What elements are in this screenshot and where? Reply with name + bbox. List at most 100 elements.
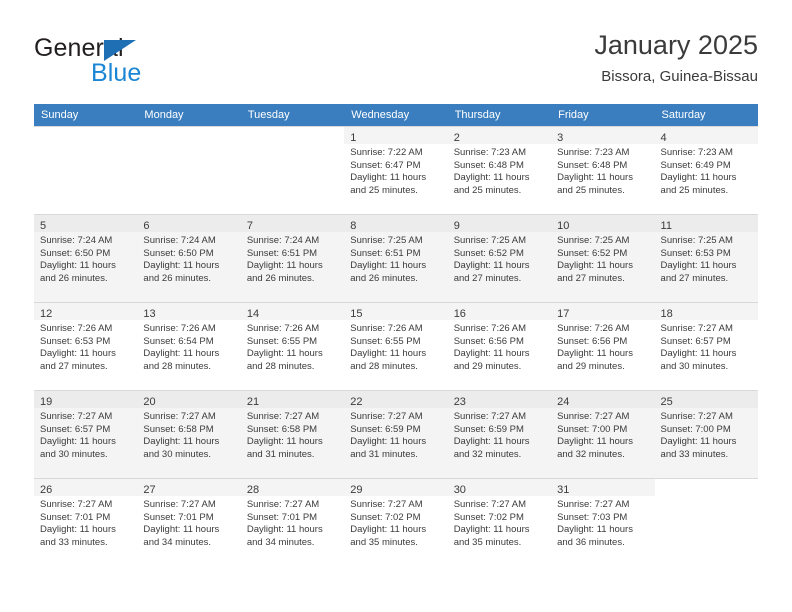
- daylight-text: and 28 minutes.: [246, 360, 315, 372]
- calendar-day-cell[interactable]: 11 Sunrise: 7:25 AM Sunset: 6:53 PM Dayligh…: [654, 214, 758, 303]
- day-cell-inner: 11 Sunrise: 7:25 AM Sunset: 6:53 PM Dayligh…: [654, 215, 758, 302]
- daylight-text: Daylight: 11 hours: [453, 172, 530, 184]
- calendar-day-cell[interactable]: 24 Sunrise: 7:27 AM Sunset: 7:00 PM Dayligh…: [551, 390, 655, 479]
- calendar-day-cell[interactable]: 21 Sunrise: 7:27 AM Sunset: 6:58 PM Dayligh…: [240, 390, 345, 479]
- calendar-day-cell[interactable]: 8 Sunrise: 7:25 AM Sunset: 6:51 PM Daylight…: [344, 214, 448, 303]
- daylight-text: Daylight: 11 hours: [40, 436, 116, 448]
- day-detail-lines: Sunrise: 7:25 AM Sunset: 6:53 PM Daylight:…: [655, 232, 758, 285]
- calendar-day-cell[interactable]: 16 Sunrise: 7:26 AM Sunset: 6:56 PM Dayligh…: [447, 302, 552, 391]
- page-header: General Blue January 2025 Bissora, Guine…: [34, 28, 758, 98]
- calendar-day-cell[interactable]: 13 Sunrise: 7:26 AM Sunset: 6:54 PM Dayligh…: [137, 302, 241, 391]
- day-number: 8: [350, 220, 357, 232]
- day-cell-inner: 31 Sunrise: 7:27 AM Sunset: 7:03 PM Dayligh…: [551, 479, 655, 567]
- day-number: 30: [453, 484, 466, 496]
- daylight-text: Daylight: 11 hours: [453, 348, 530, 360]
- calendar-day-cell[interactable]: 23 Sunrise: 7:27 AM Sunset: 6:59 PM Dayligh…: [447, 390, 552, 479]
- daylight-text: and 29 minutes.: [557, 360, 625, 372]
- day-number-bar: 6: [137, 215, 241, 232]
- daylight-text: and 26 minutes.: [40, 272, 108, 284]
- day-cell-inner: 5 Sunrise: 7:24 AM Sunset: 6:50 PM Daylight…: [34, 215, 138, 302]
- calendar-day-cell[interactable]: 10 Sunrise: 7:25 AM Sunset: 6:52 PM Dayligh…: [551, 214, 655, 303]
- calendar-day-cell[interactable]: 20 Sunrise: 7:27 AM Sunset: 6:58 PM Dayligh…: [137, 390, 241, 479]
- calendar-day-cell[interactable]: 18 Sunrise: 7:27 AM Sunset: 6:57 PM Dayligh…: [654, 302, 758, 391]
- sunset-text: Sunset: 7:00 PM: [660, 423, 731, 435]
- calendar-day-cell[interactable]: 28 Sunrise: 7:27 AM Sunset: 7:01 PM Dayligh…: [240, 478, 345, 567]
- calendar-day-cell[interactable]: 9 Sunrise: 7:25 AM Sunset: 6:52 PM Daylight…: [447, 214, 552, 303]
- day-cell-inner: 15 Sunrise: 7:26 AM Sunset: 6:55 PM Dayligh…: [344, 303, 448, 390]
- daylight-text: Daylight: 11 hours: [350, 524, 427, 536]
- day-cell-inner: 27 Sunrise: 7:27 AM Sunset: 7:01 PM Dayligh…: [137, 479, 241, 567]
- calendar-week-row: 5 Sunrise: 7:24 AM Sunset: 6:50 PM Daylight…: [34, 214, 758, 303]
- daylight-text: and 31 minutes.: [350, 448, 418, 460]
- calendar-day-cell[interactable]: 19 Sunrise: 7:27 AM Sunset: 6:57 PM Dayligh…: [34, 390, 138, 479]
- calendar-day-cell[interactable]: 29 Sunrise: 7:27 AM Sunset: 7:02 PM Dayligh…: [344, 478, 448, 567]
- sunrise-text: Sunrise: 7:27 AM: [143, 499, 216, 510]
- daylight-text: and 30 minutes.: [143, 448, 212, 460]
- day-cell-inner: 21 Sunrise: 7:27 AM Sunset: 6:58 PM Dayligh…: [240, 391, 345, 478]
- day-number-bar: 25: [654, 391, 758, 408]
- daylight-text: and 32 minutes.: [557, 448, 625, 460]
- sunrise-text: Sunrise: 7:23 AM: [557, 147, 630, 158]
- sunrise-text: Sunrise: 7:26 AM: [143, 323, 216, 334]
- calendar-day-cell[interactable]: 22 Sunrise: 7:27 AM Sunset: 6:59 PM Dayligh…: [344, 390, 448, 479]
- daylight-text: and 27 minutes.: [453, 272, 522, 284]
- calendar-day-cell[interactable]: 1 Sunrise: 7:22 AM Sunset: 6:47 PM Daylight…: [344, 126, 448, 215]
- sunrise-text: Sunrise: 7:24 AM: [143, 235, 216, 246]
- day-number: 4: [660, 132, 667, 144]
- daylight-text: and 27 minutes.: [660, 272, 729, 284]
- day-cell-inner: 10 Sunrise: 7:25 AM Sunset: 6:52 PM Dayligh…: [551, 215, 655, 302]
- daylight-text: and 26 minutes.: [246, 272, 315, 284]
- calendar-day-cell[interactable]: 30 Sunrise: 7:27 AM Sunset: 7:02 PM Dayligh…: [447, 478, 552, 567]
- day-number-bar: 18: [654, 303, 758, 320]
- sunset-text: Sunset: 7:02 PM: [453, 511, 524, 523]
- weekday-header-thursday: Thursday: [447, 104, 552, 127]
- sunset-text: Sunset: 6:53 PM: [660, 247, 731, 259]
- daylight-text: and 36 minutes.: [557, 536, 625, 548]
- daylight-text: Daylight: 11 hours: [557, 436, 633, 448]
- day-number-bar: 4: [654, 127, 758, 144]
- day-cell-inner: 23 Sunrise: 7:27 AM Sunset: 6:59 PM Dayligh…: [447, 391, 552, 478]
- calendar-day-cell-empty: [240, 126, 345, 215]
- daylight-text: Daylight: 11 hours: [660, 260, 737, 272]
- day-number-bar: 5: [34, 215, 138, 232]
- generalblue-logo[interactable]: General Blue: [34, 34, 254, 92]
- calendar-day-cell[interactable]: 12 Sunrise: 7:26 AM Sunset: 6:53 PM Dayligh…: [34, 302, 138, 391]
- day-number: 27: [143, 484, 156, 496]
- daylight-text: Daylight: 11 hours: [143, 524, 220, 536]
- calendar-day-cell[interactable]: 7 Sunrise: 7:24 AM Sunset: 6:51 PM Daylight…: [240, 214, 345, 303]
- day-number: 5: [40, 220, 47, 232]
- calendar-day-cell[interactable]: 27 Sunrise: 7:27 AM Sunset: 7:01 PM Dayligh…: [137, 478, 241, 567]
- day-cell-inner: 20 Sunrise: 7:27 AM Sunset: 6:58 PM Dayligh…: [137, 391, 241, 478]
- daylight-text: Daylight: 11 hours: [143, 436, 220, 448]
- calendar-day-cell-empty: [34, 126, 138, 215]
- sunset-text: Sunset: 6:55 PM: [246, 335, 318, 347]
- calendar-week-row: 1 Sunrise: 7:22 AM Sunset: 6:47 PM Daylight…: [34, 126, 758, 215]
- weekday-header-wednesday: Wednesday: [344, 104, 448, 127]
- daylight-text: Daylight: 11 hours: [40, 260, 116, 272]
- day-cell-inner: 7 Sunrise: 7:24 AM Sunset: 6:51 PM Daylight…: [240, 215, 345, 302]
- daylight-text: Daylight: 11 hours: [40, 524, 116, 536]
- daylight-text: Daylight: 11 hours: [40, 348, 116, 360]
- day-number-bar: 14: [240, 303, 345, 320]
- calendar-day-cell[interactable]: 6 Sunrise: 7:24 AM Sunset: 6:50 PM Daylight…: [137, 214, 241, 303]
- sunset-text: Sunset: 7:00 PM: [557, 423, 628, 435]
- sunset-text: Sunset: 6:50 PM: [143, 247, 214, 259]
- day-detail-lines: Sunrise: 7:27 AM Sunset: 6:58 PM Daylight:…: [137, 408, 240, 461]
- calendar-day-cell[interactable]: 4 Sunrise: 7:23 AM Sunset: 6:49 PM Daylight…: [654, 126, 758, 215]
- calendar-day-cell[interactable]: 26 Sunrise: 7:27 AM Sunset: 7:01 PM Dayligh…: [34, 478, 138, 567]
- calendar-day-cell[interactable]: 31 Sunrise: 7:27 AM Sunset: 7:03 PM Dayligh…: [551, 478, 655, 567]
- calendar-day-cell[interactable]: 5 Sunrise: 7:24 AM Sunset: 6:50 PM Daylight…: [34, 214, 138, 303]
- sunset-text: Sunset: 6:59 PM: [350, 423, 421, 435]
- calendar-day-cell[interactable]: 17 Sunrise: 7:26 AM Sunset: 6:56 PM Dayligh…: [551, 302, 655, 391]
- day-cell-inner: 28 Sunrise: 7:27 AM Sunset: 7:01 PM Dayligh…: [240, 479, 345, 567]
- day-number: 13: [143, 308, 156, 320]
- daylight-text: and 32 minutes.: [453, 448, 522, 460]
- daylight-text: and 35 minutes.: [453, 536, 522, 548]
- day-detail-lines: Sunrise: 7:24 AM Sunset: 6:50 PM Daylight:…: [137, 232, 240, 285]
- calendar-day-cell[interactable]: 15 Sunrise: 7:26 AM Sunset: 6:55 PM Dayligh…: [344, 302, 448, 391]
- calendar-day-cell[interactable]: 25 Sunrise: 7:27 AM Sunset: 7:00 PM Dayligh…: [654, 390, 758, 479]
- daylight-text: Daylight: 11 hours: [246, 260, 323, 272]
- calendar-day-cell[interactable]: 2 Sunrise: 7:23 AM Sunset: 6:48 PM Daylight…: [447, 126, 552, 215]
- calendar-day-cell[interactable]: 14 Sunrise: 7:26 AM Sunset: 6:55 PM Dayligh…: [240, 302, 345, 391]
- calendar-day-cell[interactable]: 3 Sunrise: 7:23 AM Sunset: 6:48 PM Daylight…: [551, 126, 655, 215]
